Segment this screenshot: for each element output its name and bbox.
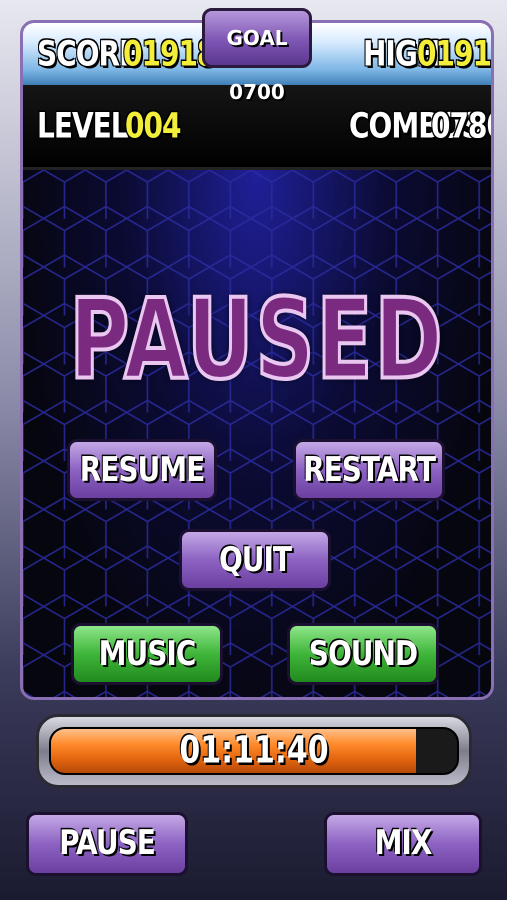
resume-button[interactable]: RESUME [67,439,217,501]
paused-title: PAUSED [68,274,445,406]
combos-value: 0780 [431,104,491,147]
hex-grid-background [23,170,491,697]
level-label: LEVEL [37,104,129,147]
hex-pattern [23,170,491,697]
quit-button[interactable]: QUIT [179,529,331,591]
game-board: SCORE 01918 HIGH 01918 LEVEL 004 COMBOS … [20,20,494,700]
high-value: 01918 [417,32,491,75]
sound-toggle-button[interactable]: SOUND [287,623,439,685]
music-toggle-label: MUSIC [98,633,197,674]
timer-readout-text: 01:11:40 [179,728,329,773]
mix-button-label: MIX [374,822,433,863]
timer-track: 01:11:40 [49,727,459,775]
timer-readout: 01:11:40 [51,729,457,773]
quit-button-label: QUIT [218,539,292,580]
sound-toggle-label: SOUND [308,633,418,674]
resume-button-label: RESUME [79,449,206,490]
restart-button-label: RESTART [303,449,436,490]
restart-button[interactable]: RESTART [293,439,445,501]
level-value: 004 [125,104,181,147]
pause-button-label: PAUSE [59,822,156,863]
pause-button[interactable]: PAUSE [26,812,188,876]
music-toggle-button[interactable]: MUSIC [71,623,223,685]
mix-button[interactable]: MIX [324,812,482,876]
goal-badge: GOAL 0700 [202,8,312,104]
timer-bar: 01:11:40 [36,714,472,788]
